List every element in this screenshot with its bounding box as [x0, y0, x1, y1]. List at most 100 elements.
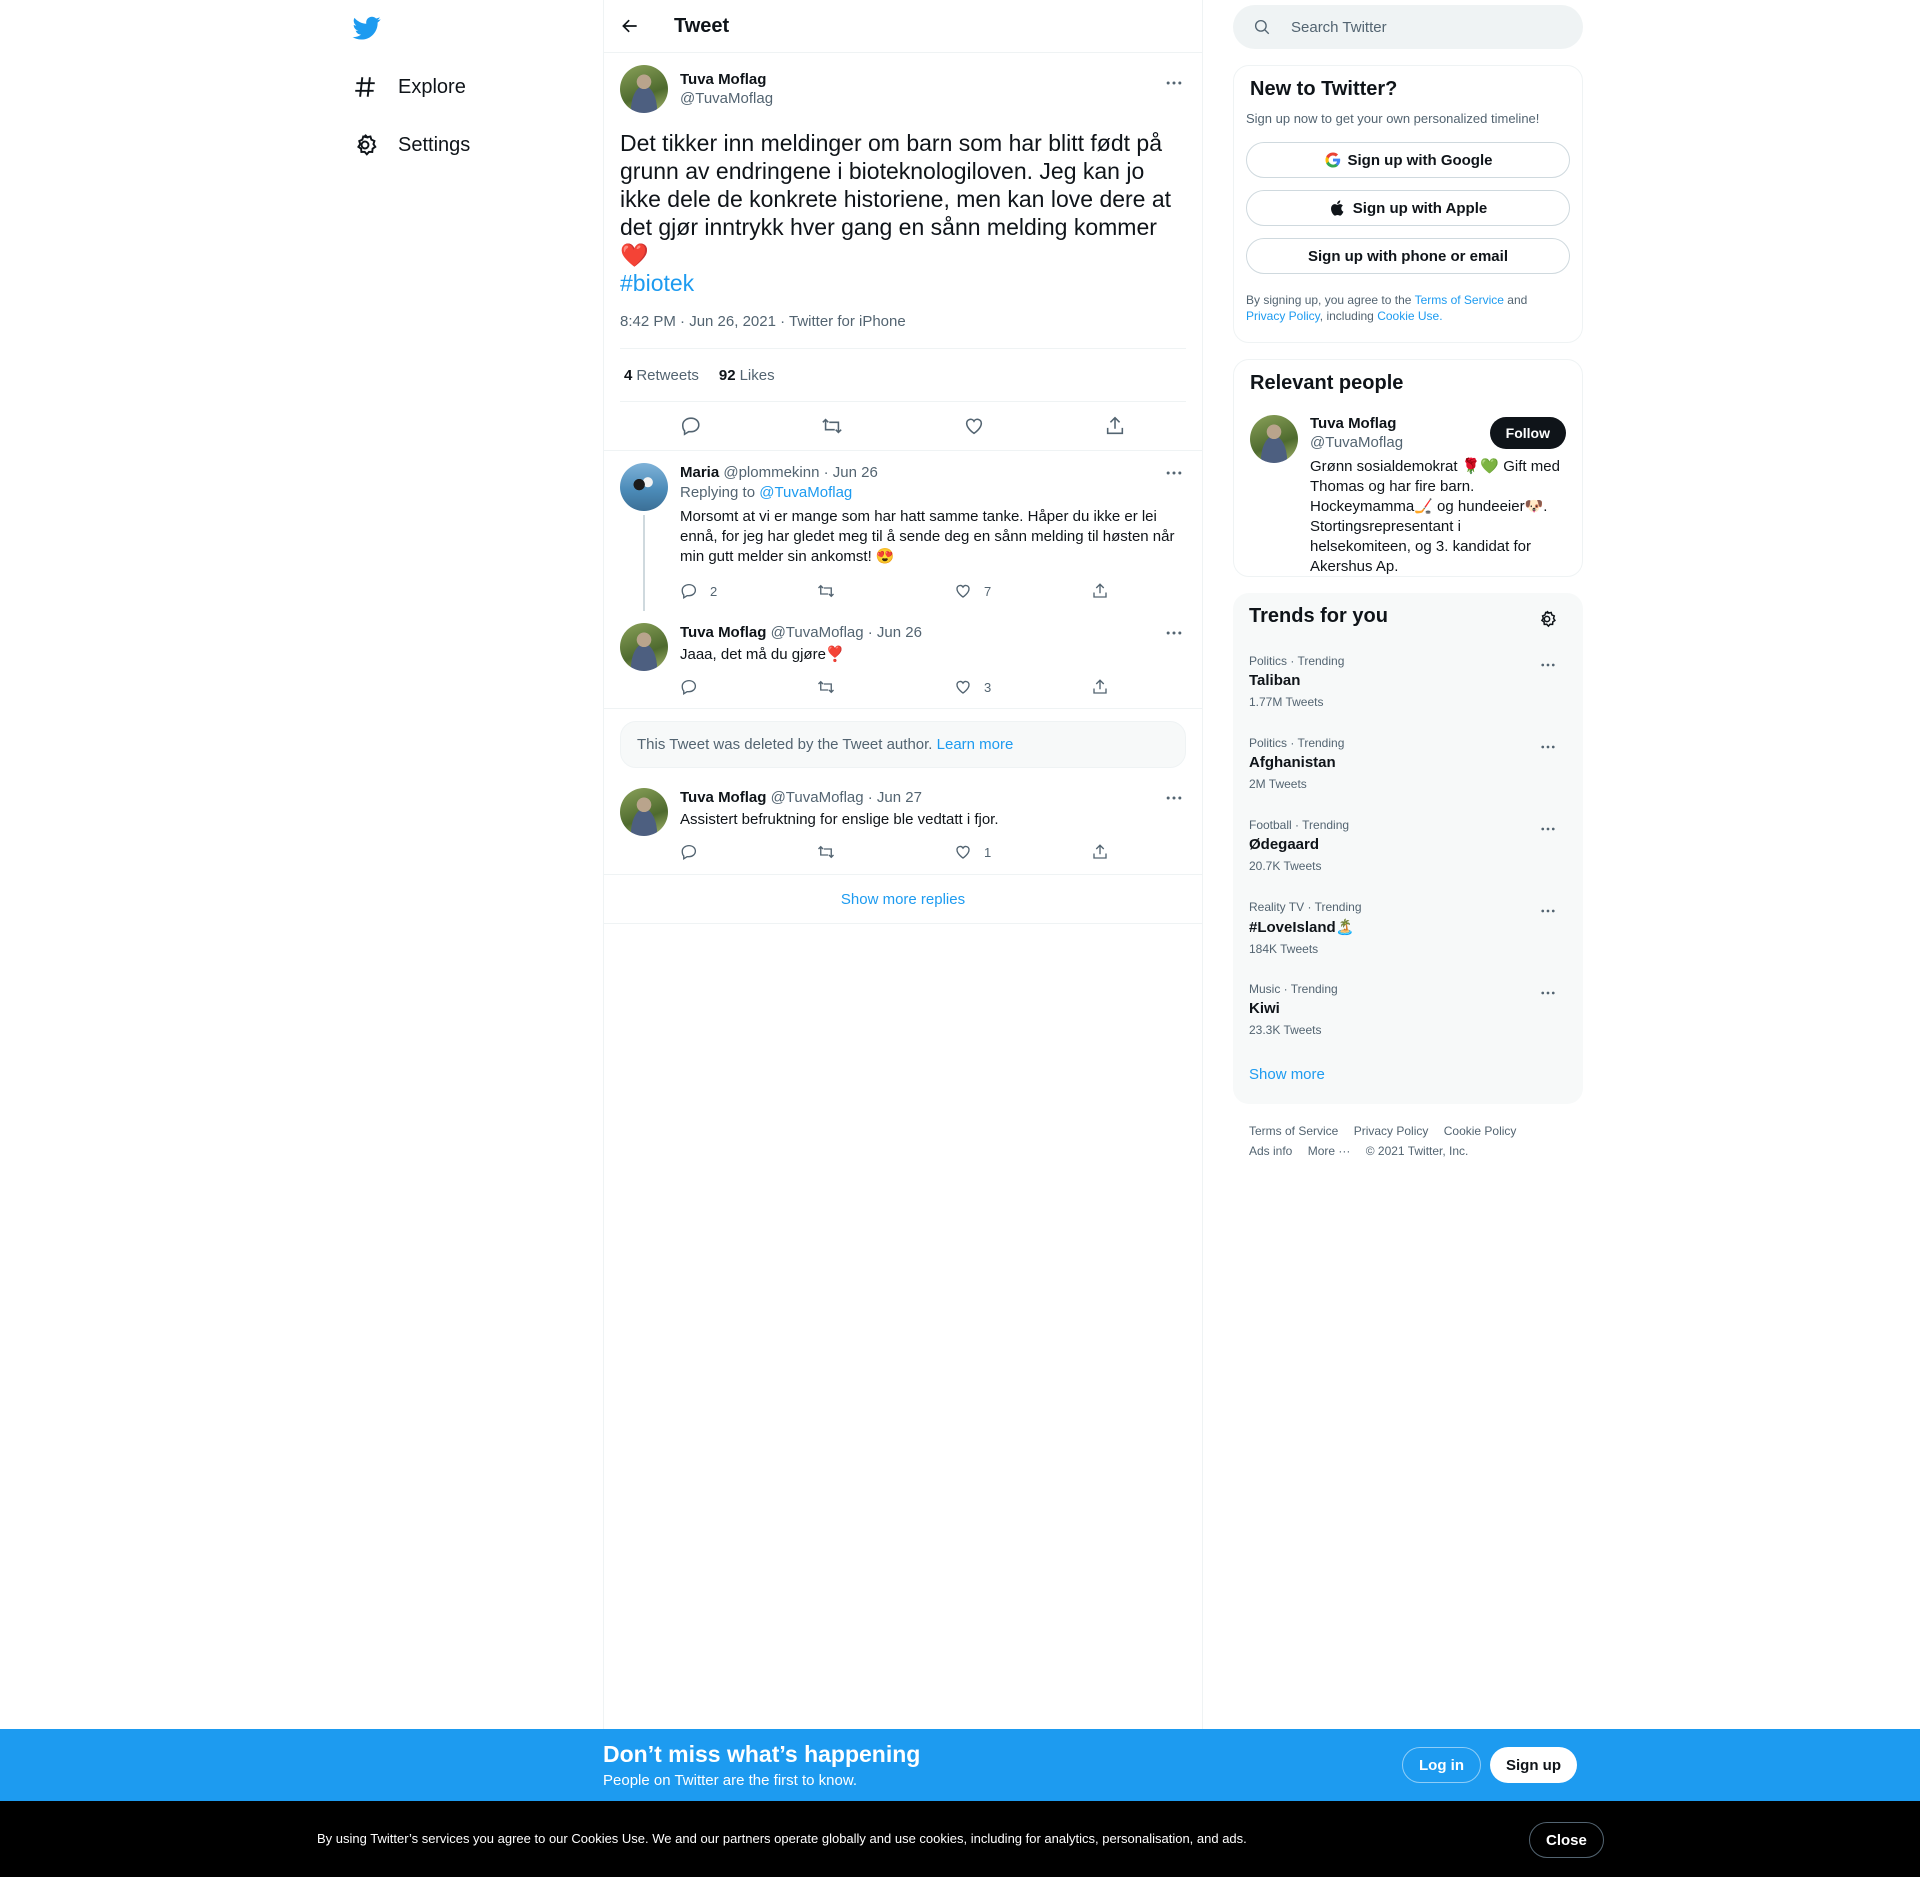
- reply-item[interactable]: Tuva Moflag @TuvaMoflag · Jun 26 Jaaa, d…: [604, 611, 1202, 709]
- likes-stat[interactable]: 92 Likes: [719, 367, 775, 384]
- tweet-text: Det tikker inn meldinger om barn som har…: [620, 129, 1186, 297]
- trend-item[interactable]: Politics · Trending Taliban 1.77M Tweets: [1249, 654, 1567, 712]
- search-input[interactable]: [1291, 18, 1551, 36]
- avatar[interactable]: [1250, 415, 1298, 463]
- replying-to-link[interactable]: @TuvaMoflag: [759, 484, 852, 501]
- terms-text-3: , including: [1319, 309, 1374, 323]
- like-button[interactable]: 1: [954, 843, 1091, 861]
- more-options-icon[interactable]: [1539, 656, 1557, 674]
- retweet-icon: [818, 680, 834, 694]
- show-more-replies-button[interactable]: Show more replies: [604, 874, 1202, 924]
- more-options-icon[interactable]: [1164, 788, 1184, 808]
- trend-item[interactable]: Football · Trending Ødegaard 20.7K Tweet…: [1249, 818, 1567, 876]
- reply-item[interactable]: Tuva Moflag @TuvaMoflag · Jun 27 Assiste…: [604, 780, 1202, 874]
- share-icon[interactable]: [1104, 415, 1126, 437]
- trend-item[interactable]: Politics · Trending Afghanistan 2M Tweet…: [1249, 736, 1567, 794]
- share-icon: [1093, 679, 1107, 694]
- trend-count: 23.3K Tweets: [1249, 1023, 1322, 1037]
- more-options-icon[interactable]: [1539, 902, 1557, 920]
- retweet-button[interactable]: [817, 843, 954, 861]
- retweet-button[interactable]: [817, 678, 954, 696]
- reply-button[interactable]: [680, 843, 817, 861]
- reply-handle-date[interactable]: @TuvaMoflag · Jun 27: [771, 789, 922, 806]
- more-options-icon[interactable]: [1539, 984, 1557, 1002]
- tweet-username[interactable]: @TuvaMoflag: [680, 90, 773, 107]
- nav-explore[interactable]: Explore: [352, 72, 466, 102]
- more-options-icon[interactable]: [1164, 623, 1184, 643]
- more-options-icon[interactable]: [1539, 820, 1557, 838]
- learn-more-link[interactable]: Learn more: [937, 736, 1014, 753]
- close-cookie-button[interactable]: Close: [1529, 1822, 1604, 1858]
- reply-handle-date[interactable]: @plommekinn · Jun 26: [723, 464, 877, 481]
- tweet-display-name[interactable]: Tuva Moflag: [680, 71, 773, 88]
- trend-item[interactable]: Reality TV · Trending #LoveIsland🏝️ 184K…: [1249, 900, 1567, 958]
- retweet-button[interactable]: [817, 582, 954, 600]
- reply-button[interactable]: [680, 678, 817, 696]
- trend-name: Taliban: [1249, 672, 1301, 689]
- show-more-trends-link[interactable]: Show more: [1249, 1066, 1567, 1083]
- login-button[interactable]: Log in: [1402, 1747, 1481, 1783]
- signup-google-button[interactable]: Sign up with Google: [1246, 142, 1570, 178]
- like-count: 3: [984, 679, 992, 695]
- gear-icon[interactable]: [1537, 609, 1557, 629]
- reply-icon[interactable]: [680, 415, 702, 437]
- retweets-stat[interactable]: 4 Retweets: [624, 367, 699, 384]
- reply-handle-date[interactable]: @TuvaMoflag · Jun 26: [771, 624, 922, 641]
- reply-display-name[interactable]: Tuva Moflag: [680, 624, 766, 641]
- share-icon: [1093, 583, 1107, 598]
- nav-settings[interactable]: Settings: [352, 130, 470, 160]
- footer-more-link[interactable]: More ···: [1308, 1144, 1351, 1158]
- share-button[interactable]: [1091, 582, 1121, 600]
- tweet-body: Det tikker inn meldinger om barn som har…: [620, 130, 1172, 268]
- like-button[interactable]: 3: [954, 678, 1091, 696]
- main-column: Tweet Tuva Moflag @TuvaMoflag Det tikker…: [603, 0, 1203, 1877]
- likes-label: Likes: [739, 366, 775, 384]
- twitter-logo-icon[interactable]: [352, 14, 382, 42]
- hashtag-link[interactable]: #biotek: [620, 270, 694, 296]
- signup-apple-button[interactable]: Sign up with Apple: [1246, 190, 1570, 226]
- signup-phone-button[interactable]: Sign up with phone or email: [1246, 238, 1570, 274]
- more-options-icon[interactable]: [1164, 463, 1184, 483]
- reply-button[interactable]: 2: [680, 582, 817, 600]
- person-bio: Grønn sosialdemokrat 🌹💚 Gift med Thomas …: [1310, 458, 1560, 575]
- signup-card: New to Twitter? Sign up now to get your …: [1233, 65, 1583, 343]
- signup-subtitle: Sign up now to get your own personalized…: [1246, 111, 1540, 126]
- trend-count: 1.77M Tweets: [1249, 695, 1324, 709]
- reply-display-name[interactable]: Tuva Moflag: [680, 789, 766, 806]
- terms-of-service-link[interactable]: Terms of Service: [1415, 293, 1504, 307]
- footer-terms-link[interactable]: Terms of Service: [1249, 1124, 1338, 1138]
- avatar[interactable]: [620, 623, 668, 671]
- more-options-icon[interactable]: [1164, 73, 1184, 93]
- retweet-icon[interactable]: [821, 415, 843, 437]
- avatar[interactable]: [620, 65, 668, 113]
- share-button[interactable]: [1091, 843, 1121, 861]
- footer-ads-link[interactable]: Ads info: [1249, 1144, 1292, 1158]
- reply-item[interactable]: Maria @plommekinn · Jun 26 Replying to @…: [604, 451, 1202, 611]
- reply-text: Jaaa, det må du gjøre❣️: [680, 646, 845, 663]
- cookie-use-link[interactable]: Cookie Use.: [1377, 309, 1442, 323]
- deleted-tweet-notice: This Tweet was deleted by the Tweet auth…: [620, 721, 1186, 768]
- avatar[interactable]: [620, 788, 668, 836]
- follow-button[interactable]: Follow: [1489, 417, 1566, 449]
- reply-display-name[interactable]: Maria: [680, 464, 719, 481]
- trend-count: 2M Tweets: [1249, 777, 1307, 791]
- trend-item[interactable]: Music · Trending Kiwi 23.3K Tweets: [1249, 982, 1567, 1040]
- relevant-person[interactable]: Tuva Moflag @TuvaMoflag Grønn sosialdemo…: [1250, 415, 1566, 577]
- trends-card: Trends for you Politics · Trending Talib…: [1233, 593, 1583, 1104]
- reply-actions: 2 7: [680, 571, 1186, 611]
- avatar[interactable]: [620, 463, 668, 511]
- cookie-banner: By using Twitter’s services you agree to…: [0, 1801, 1920, 1877]
- footer-privacy-link[interactable]: Privacy Policy: [1354, 1124, 1429, 1138]
- search-bar[interactable]: [1233, 5, 1583, 49]
- signup-button[interactable]: Sign up: [1490, 1747, 1577, 1783]
- footer-cookie-link[interactable]: Cookie Policy: [1444, 1124, 1517, 1138]
- like-button[interactable]: 7: [954, 582, 1091, 600]
- back-arrow-icon[interactable]: [620, 16, 640, 36]
- like-icon: [956, 680, 970, 694]
- more-options-icon[interactable]: [1539, 738, 1557, 756]
- thread-line: [643, 515, 645, 611]
- share-button[interactable]: [1091, 678, 1121, 696]
- privacy-policy-link[interactable]: Privacy Policy: [1246, 309, 1320, 323]
- like-icon[interactable]: [963, 415, 985, 437]
- tweet-timestamp[interactable]: 8:42 PM · Jun 26, 2021 · Twitter for iPh…: [620, 313, 1186, 349]
